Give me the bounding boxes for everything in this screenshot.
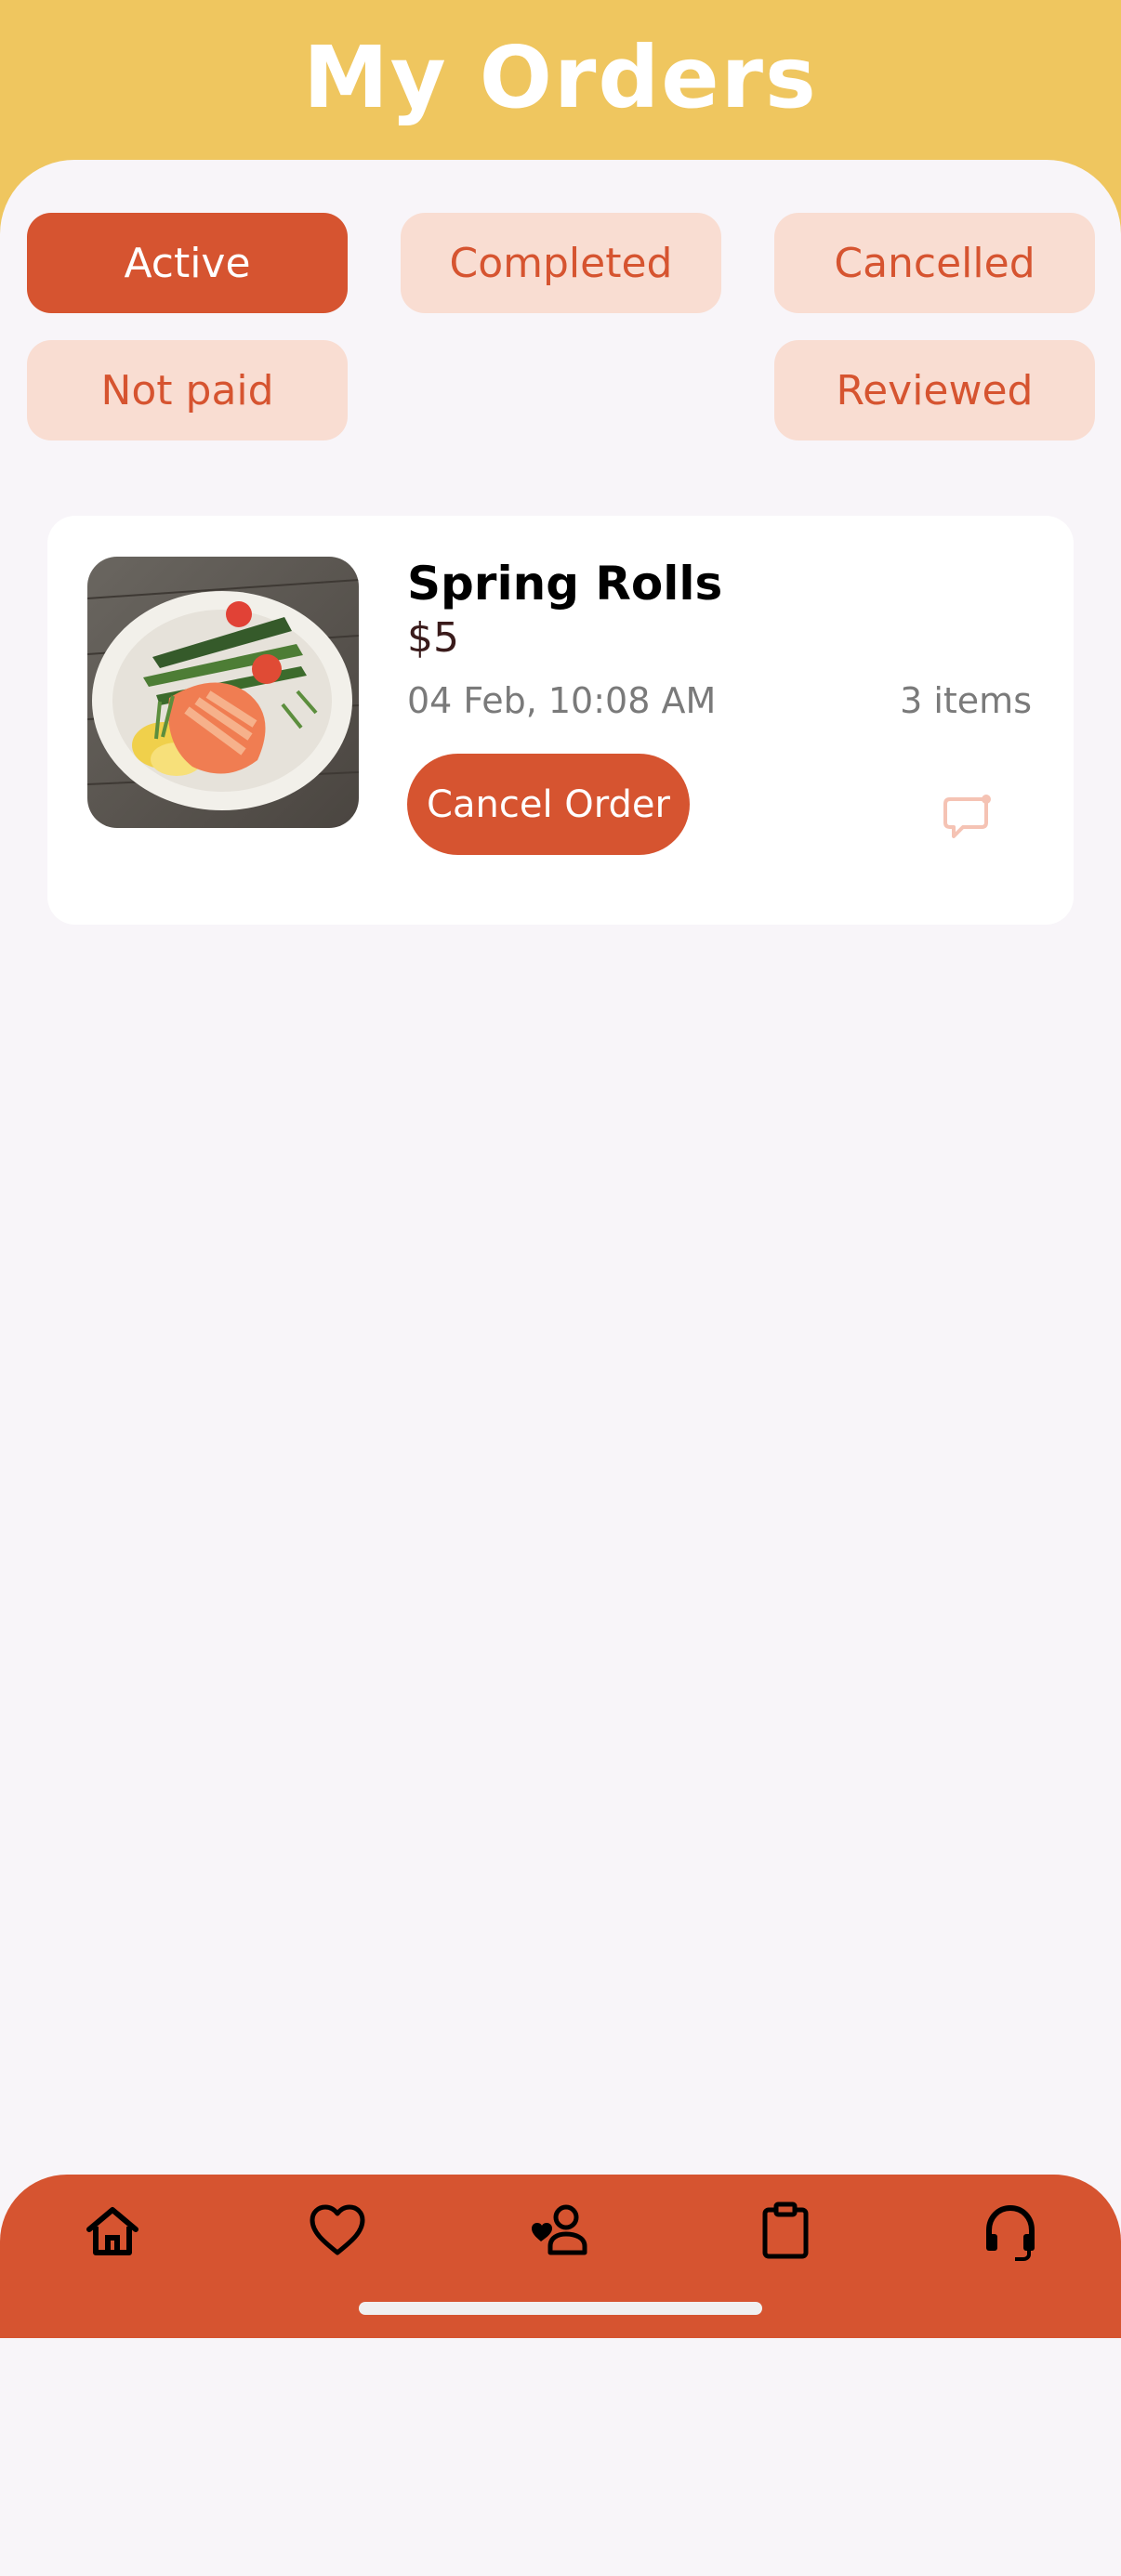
tab-completed[interactable]: Completed	[401, 213, 721, 313]
home-indicator	[359, 2302, 762, 2315]
food-price: $5	[407, 614, 459, 662]
food-name: Spring Rolls	[407, 557, 723, 611]
order-card[interactable]: Spring Rolls $5 04 Feb, 10:08 AM 3 items…	[47, 516, 1074, 925]
home-icon[interactable]	[80, 2199, 145, 2264]
person-favorite-icon[interactable]	[528, 2199, 593, 2264]
headset-icon[interactable]	[978, 2199, 1043, 2264]
food-image	[87, 557, 359, 828]
heart-icon[interactable]	[305, 2199, 370, 2264]
order-item-count: 3 items	[900, 680, 1032, 721]
tab-active[interactable]: Active	[27, 213, 348, 313]
tab-reviewed[interactable]: Reviewed	[774, 340, 1095, 440]
clipboard-icon[interactable]	[753, 2199, 818, 2264]
cancel-order-button[interactable]: Cancel Order	[407, 754, 690, 855]
order-date: 04 Feb, 10:08 AM	[407, 680, 717, 721]
header-title: My Orders	[303, 28, 818, 127]
tab-cancelled[interactable]: Cancelled	[774, 213, 1095, 313]
chat-icon[interactable]	[943, 790, 998, 846]
tab-not-paid[interactable]: Not paid	[27, 340, 348, 440]
